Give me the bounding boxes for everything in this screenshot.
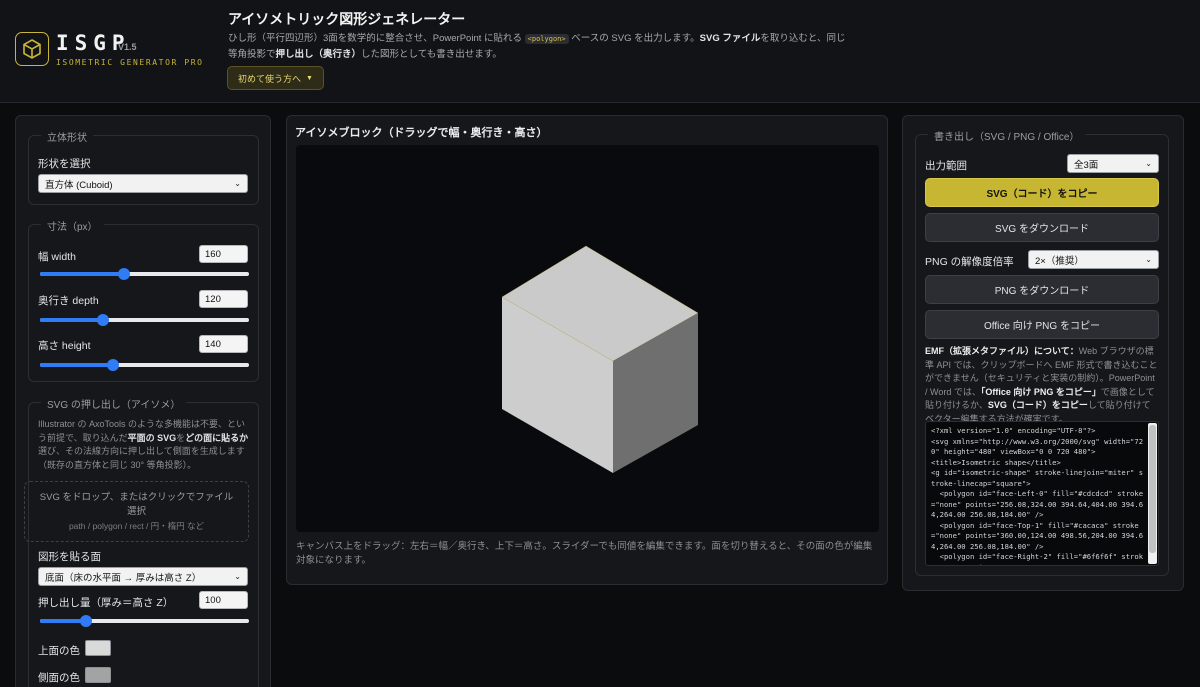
side-color-label: 側面の色	[38, 672, 80, 684]
shape-label: 形状を選択	[38, 158, 91, 170]
download-svg-button[interactable]: SVG をダウンロード	[925, 213, 1159, 242]
polygon-code-tag: <polygon>	[524, 34, 569, 44]
chevron-down-icon: ⌄	[1145, 159, 1152, 168]
extrude-amount-input[interactable]: 100	[199, 591, 248, 609]
office-png-button[interactable]: Office 向け PNG をコピー	[925, 310, 1159, 339]
chevron-down-icon: ⌄	[1145, 255, 1152, 264]
side-color-swatch[interactable]	[85, 667, 111, 683]
width-input[interactable]: 160	[199, 245, 248, 263]
download-png-button[interactable]: PNG をダウンロード	[925, 275, 1159, 304]
top-color-swatch[interactable]	[85, 640, 111, 656]
export-legend: 書き出し（SVG / PNG / Office）	[928, 128, 1086, 143]
iso-cube[interactable]	[296, 145, 879, 532]
depth-input[interactable]: 120	[199, 290, 248, 308]
page-title: アイソメトリック図形ジェネレーター	[228, 11, 466, 27]
range-label: 出力範囲	[925, 160, 967, 172]
face-label: 図形を貼る面	[38, 551, 101, 563]
app-header: ISGP V1.5 ISOMETRIC GENERATOR PRO アイソメトリ…	[0, 0, 1200, 103]
svg-code-textarea[interactable]: <?xml version="1.0" encoding="UTF-8"?> <…	[925, 421, 1159, 566]
canvas-title: アイソメブロック（ドラッグで幅・奥行き・高さ）	[295, 127, 548, 139]
version-badge: V1.5	[118, 42, 137, 52]
width-label: 幅 width	[38, 251, 76, 263]
depth-slider[interactable]	[40, 313, 249, 327]
shape-legend: 立体形状	[41, 129, 93, 144]
depth-label: 奥行き depth	[38, 295, 99, 307]
chevron-down-icon: ⌄	[234, 179, 241, 188]
canvas-help-text: キャンバス上をドラッグ：左右＝幅／奥行き、上下＝高さ。スライダーでも同値を編集で…	[296, 541, 873, 566]
range-select[interactable]: 全3面 ⌄	[1067, 154, 1159, 173]
extrude-note: Illustrator の AxoTools のような多機能は不要、という前提で…	[38, 419, 249, 470]
chevron-down-icon: ▼	[306, 74, 313, 82]
extrude-legend: SVG の押し出し（アイソメ）	[41, 396, 187, 411]
png-scale-select[interactable]: 2×（推奨） ⌄	[1028, 250, 1159, 269]
svg-code-text: <?xml version="1.0" encoding="UTF-8"?> <…	[931, 426, 1144, 565]
shape-select[interactable]: 直方体 (Cuboid) ⌄	[38, 174, 248, 193]
height-label: 高さ height	[38, 340, 91, 352]
page-description: ひし形（平行四辺形）3面を数学的に整合させ、PowerPoint に貼れる <p…	[228, 33, 846, 60]
face-select[interactable]: 底面（床の水平面 → 厚みは高さ Z） ⌄	[38, 567, 248, 586]
png-scale-label: PNG の解像度倍率	[925, 256, 1014, 268]
code-scrollbar[interactable]	[1148, 423, 1157, 564]
cube-logo-icon	[15, 32, 49, 66]
dimensions-legend: 寸法（px）	[41, 218, 104, 233]
logo-subtitle: ISOMETRIC GENERATOR PRO	[56, 58, 204, 67]
height-slider[interactable]	[40, 358, 249, 372]
svg-dropzone[interactable]: SVG をドロップ、またはクリックでファイル選択 path / polygon …	[24, 481, 249, 542]
emf-note: EMF（拡張メタファイル）について：Web ブラウザの標準 API では、クリッ…	[925, 346, 1158, 424]
chevron-down-icon: ⌄	[234, 572, 241, 581]
extrude-amount-label: 押し出し量（厚み＝高さ Z）	[38, 597, 174, 609]
width-slider[interactable]	[40, 267, 249, 281]
extrude-amount-slider[interactable]	[40, 614, 249, 628]
copy-svg-button[interactable]: SVG（コード）をコピー	[925, 178, 1159, 207]
getting-started-button[interactable]: 初めて使う方へ ▼	[227, 66, 324, 90]
iso-canvas[interactable]	[296, 145, 879, 532]
top-color-label: 上面の色	[38, 645, 80, 657]
height-input[interactable]: 140	[199, 335, 248, 353]
